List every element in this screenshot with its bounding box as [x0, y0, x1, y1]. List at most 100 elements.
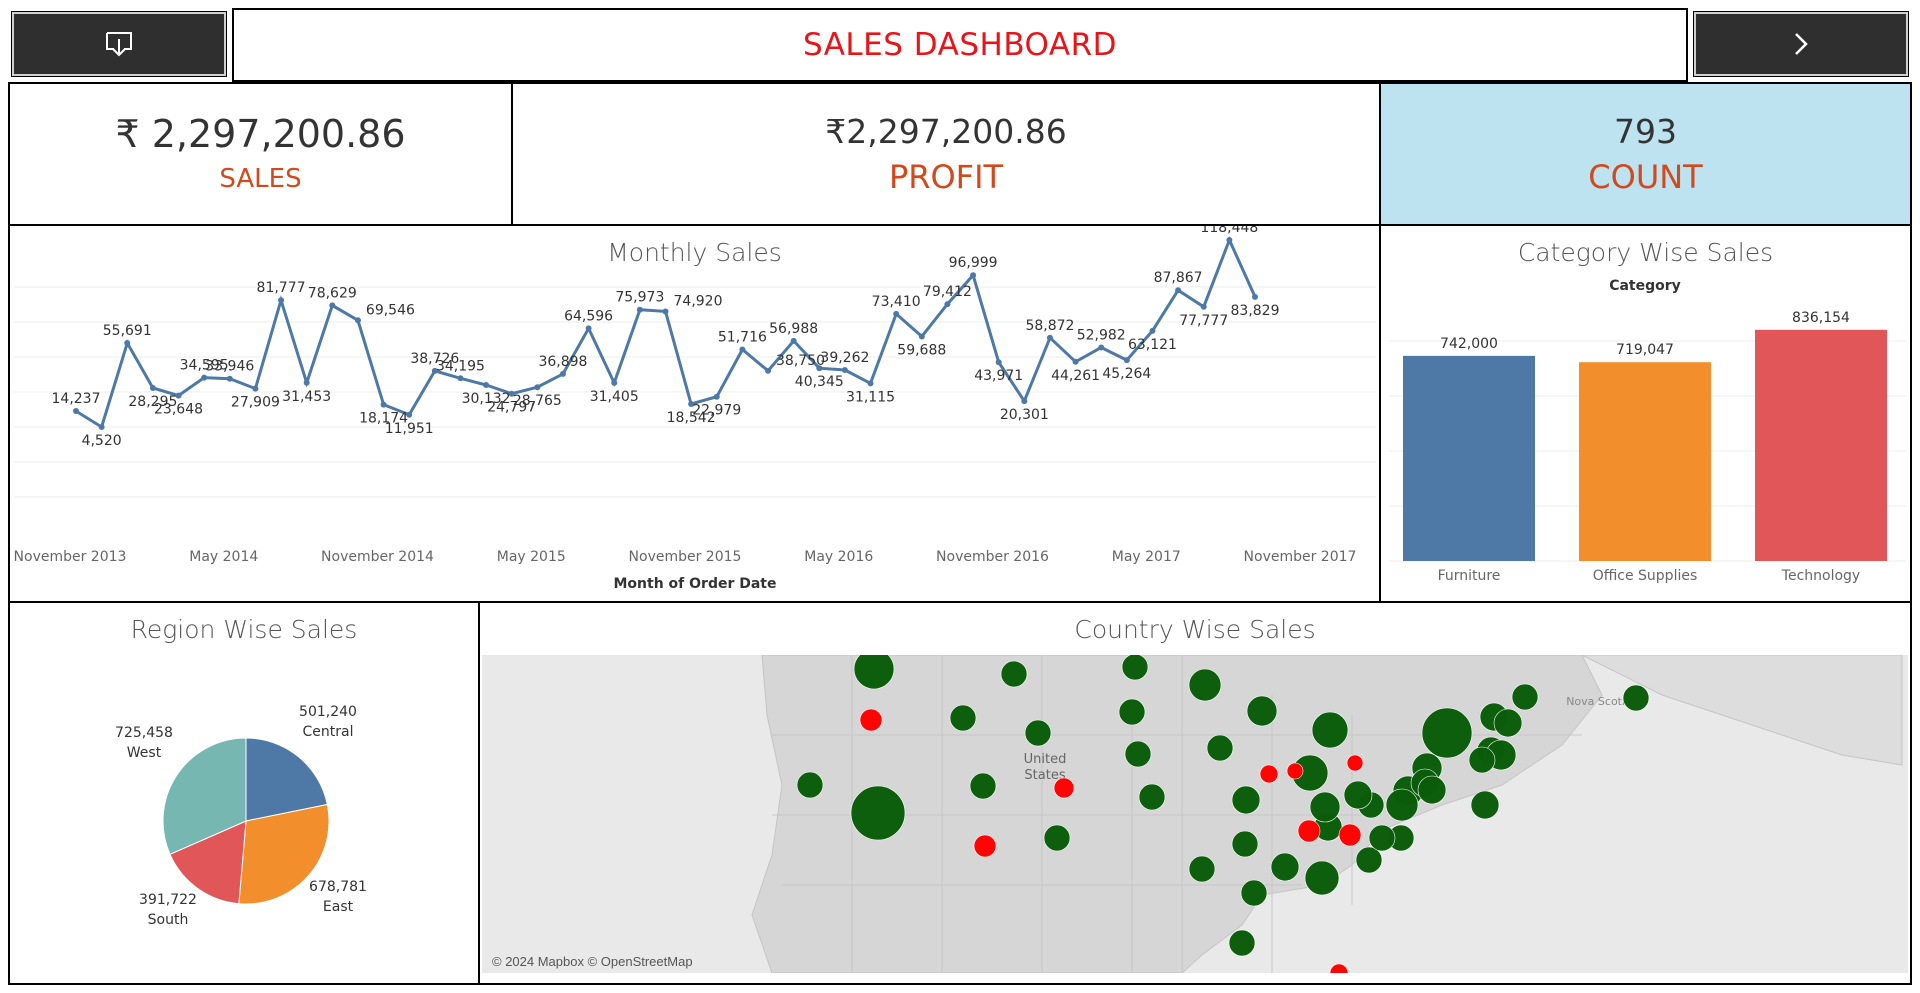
dashboard-title: SALES DASHBOARD	[802, 27, 1118, 63]
state-bubble-loss	[859, 708, 883, 732]
data-point	[124, 340, 131, 347]
data-point	[1098, 344, 1105, 351]
data-label: 40,345	[795, 374, 844, 390]
category-header: Category	[1609, 278, 1681, 294]
data-label: 31,453	[282, 389, 331, 405]
state-bubble-sales	[969, 772, 997, 800]
state-bubble-loss	[1286, 762, 1304, 780]
state-bubble-sales	[1368, 824, 1396, 852]
x-tick-label: May 2014	[189, 549, 258, 565]
data-label: 64,596	[564, 308, 613, 324]
profit-value: ₹2,297,200.86	[825, 112, 1067, 151]
data-point	[636, 306, 643, 313]
data-label: 31,115	[846, 389, 895, 405]
state-bubble-sales	[1000, 660, 1028, 688]
data-point	[406, 411, 413, 418]
data-label: 27,909	[231, 395, 280, 411]
country-sales-title: Country Wise Sales	[1074, 615, 1316, 644]
data-point	[252, 385, 259, 392]
state-bubble-sales	[1511, 683, 1539, 711]
data-point	[303, 379, 310, 386]
data-point	[226, 375, 233, 382]
next-button[interactable]	[1693, 11, 1909, 77]
data-point	[816, 365, 823, 372]
state-bubble-sales	[1024, 719, 1052, 747]
data-point	[73, 408, 79, 415]
state-bubble-sales	[1231, 830, 1259, 858]
pie-name-label: Central	[303, 724, 354, 740]
region-sales-chart: 501,240 Central 678,781 East 391,722 South 725…	[115, 704, 367, 928]
map-label-nova-scotia: Nova Scotia	[1566, 695, 1632, 708]
pie-value-label: 501,240	[299, 704, 357, 720]
pie-name-label: East	[323, 899, 354, 915]
state-bubble-sales	[1421, 707, 1473, 759]
data-point	[534, 384, 541, 391]
state-bubble-sales	[1311, 711, 1349, 749]
data-point	[175, 392, 182, 399]
country-map[interactable]: United States Nova Scotia © 2024 Mapbox © …	[482, 655, 1908, 973]
state-bubble-sales	[1385, 788, 1419, 822]
state-bubble-sales	[1231, 785, 1261, 815]
data-label: 118,448	[1200, 226, 1258, 236]
data-label: 52,982	[1077, 327, 1126, 343]
data-label: 22,979	[692, 403, 741, 419]
data-label: 28,765	[513, 393, 562, 409]
data-point	[329, 302, 336, 309]
state-bubble-sales	[1240, 879, 1268, 907]
pie-name-label: West	[127, 745, 162, 761]
data-point	[1252, 293, 1258, 300]
count-label: COUNT	[1588, 158, 1703, 196]
data-point	[1226, 237, 1233, 243]
download-button[interactable]	[11, 11, 227, 77]
state-bubble-sales	[949, 704, 977, 732]
state-bubble-sales	[1343, 780, 1373, 810]
state-bubble-sales	[1246, 695, 1278, 727]
state-bubble-sales	[1118, 698, 1146, 726]
count-kpi-card: 793 COUNT	[1379, 82, 1912, 226]
data-label: 23,648	[154, 402, 203, 418]
profit-label: PROFIT	[888, 158, 1004, 196]
data-point	[970, 272, 977, 279]
data-point	[354, 317, 361, 324]
bar-value-label: 836,154	[1792, 310, 1850, 326]
data-label: 36,898	[538, 354, 587, 370]
state-bubble-sales	[1470, 790, 1500, 820]
state-bubble-sales	[1188, 855, 1216, 883]
sales-label: SALES	[219, 164, 302, 194]
data-point	[995, 359, 1002, 366]
state-bubble-sales	[1304, 860, 1340, 896]
state-bubble-sales	[1206, 734, 1234, 762]
data-label: 74,920	[674, 293, 723, 309]
monthly-sales-chart: 14,2374,52055,69128,29523,64834,59533,94…	[14, 226, 1376, 592]
data-label: 45,264	[1102, 366, 1151, 382]
data-label: 31,405	[590, 389, 639, 405]
data-label: 56,988	[769, 321, 818, 337]
state-bubble-sales	[1138, 783, 1166, 811]
bar-category-label: Office Supplies	[1593, 568, 1698, 584]
region-sales-panel: Region Wise Sales 501,240 Central 678,781 E…	[8, 601, 480, 985]
bar-category-label: Furniture	[1438, 568, 1501, 584]
data-label: 14,237	[52, 391, 101, 407]
data-label: 34,195	[436, 358, 485, 374]
data-point	[1046, 334, 1053, 341]
data-point	[662, 308, 669, 315]
data-label: 78,629	[308, 285, 357, 301]
canada-area	[1581, 655, 1903, 766]
data-label: 58,872	[1025, 318, 1074, 334]
data-point	[893, 310, 900, 317]
country-sales-panel: Country Wise Sales United States Nova Scot…	[478, 601, 1912, 985]
x-tick-label: November 2015	[629, 549, 742, 565]
bar-value-label: 742,000	[1440, 336, 1498, 352]
state-bubble-loss	[1297, 819, 1321, 843]
x-tick-label: November 2016	[936, 549, 1049, 565]
data-label: 83,829	[1231, 303, 1280, 319]
dashboard-title-box: SALES DASHBOARD	[232, 8, 1688, 82]
state-bubble-loss	[1053, 777, 1075, 799]
data-point	[1200, 303, 1207, 310]
monthly-sales-panel: Monthly Sales 14,237 4,520 55,691 28,295 23,…	[8, 224, 1381, 603]
data-label: 39,262	[820, 350, 869, 366]
category-sales-chart: Category 742,000 Furniture 719,047 Office Su…	[1389, 278, 1906, 584]
data-point	[457, 375, 464, 382]
data-label: 87,867	[1154, 270, 1203, 286]
pie-value-label: 725,458	[115, 725, 173, 741]
